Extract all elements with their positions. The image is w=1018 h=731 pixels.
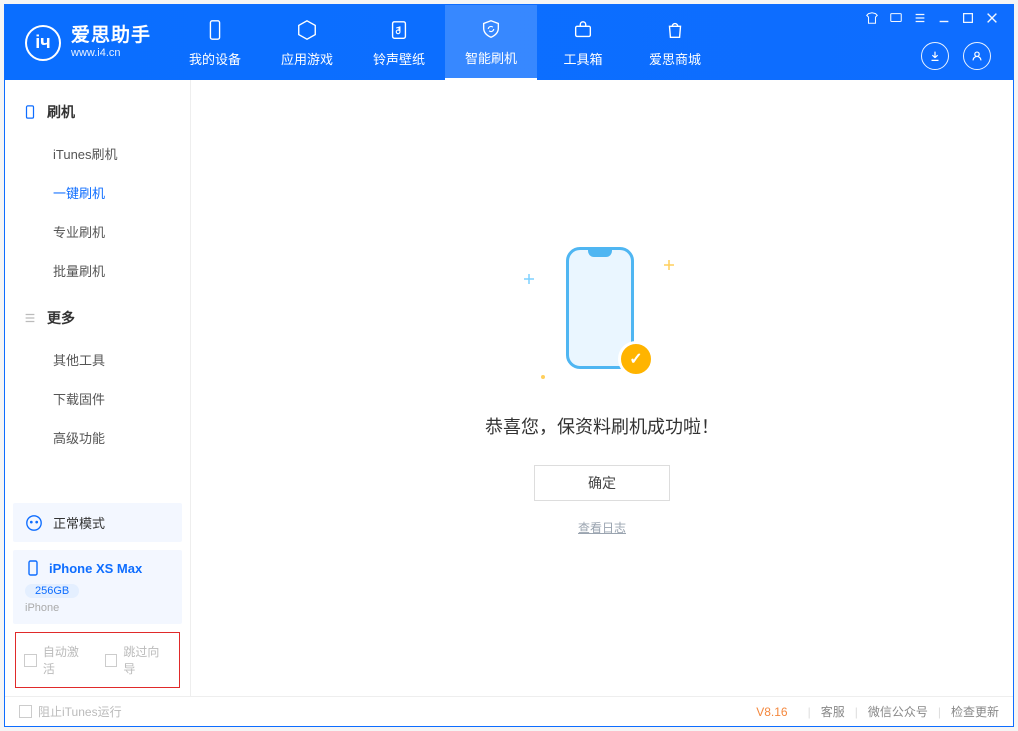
version-label: V8.16	[756, 705, 787, 719]
cube-icon	[294, 17, 320, 43]
device-card[interactable]: iPhone XS Max 256GB iPhone	[13, 550, 182, 624]
music-file-icon	[386, 17, 412, 43]
footer-link-check-update[interactable]: 检查更新	[951, 703, 999, 720]
sidebar-item-advanced[interactable]: 高级功能	[5, 418, 190, 457]
check-badge-icon: ✓	[618, 341, 654, 377]
user-button[interactable]	[963, 42, 991, 70]
mode-label: 正常模式	[53, 513, 105, 532]
device-icon	[202, 17, 228, 43]
main-nav: 我的设备 应用游戏 铃声壁纸 智能刷机 工具箱 爱思商城	[169, 5, 721, 80]
checkbox-icon	[24, 654, 37, 667]
sidebar-item-other-tools[interactable]: 其他工具	[5, 340, 190, 379]
main-content: ✓ 恭喜您，保资料刷机成功啦！ 确定 查看日志	[191, 80, 1013, 696]
sidebar-item-pro-flash[interactable]: 专业刷机	[5, 212, 190, 251]
menu-icon[interactable]	[911, 9, 929, 27]
options-highlight-box: 自动激活 跳过向导	[15, 632, 180, 688]
sidebar-section-more: 更多	[5, 300, 190, 336]
sparkle-icon	[538, 369, 548, 379]
body: 刷机 iTunes刷机 一键刷机 专业刷机 批量刷机 更多 其他工具 下载固件 …	[5, 80, 1013, 696]
success-message: 恭喜您，保资料刷机成功啦！	[485, 413, 719, 439]
bag-icon	[662, 17, 688, 43]
checkbox-stop-itunes[interactable]: 阻止iTunes运行	[19, 703, 122, 720]
nav-ringtones[interactable]: 铃声壁纸	[353, 5, 445, 80]
sparkle-icon	[524, 271, 534, 281]
checkbox-skip-guide[interactable]: 跳过向导	[105, 643, 172, 677]
feedback-icon[interactable]	[887, 9, 905, 27]
checkbox-auto-activate[interactable]: 自动激活	[24, 643, 91, 677]
nav-store[interactable]: 爱思商城	[629, 5, 721, 80]
mode-icon	[25, 514, 43, 532]
device-small-icon	[25, 560, 41, 576]
app-url: www.i4.cn	[71, 47, 151, 60]
window-controls	[863, 9, 1001, 27]
device-type: iPhone	[25, 602, 170, 614]
mode-card[interactable]: 正常模式	[13, 503, 182, 542]
phone-small-icon	[23, 105, 37, 119]
checkbox-icon	[105, 654, 118, 667]
nav-my-device[interactable]: 我的设备	[169, 5, 261, 80]
sidebar-section-flash: 刷机	[5, 94, 190, 130]
sidebar-item-batch-flash[interactable]: 批量刷机	[5, 251, 190, 290]
ok-button[interactable]: 确定	[534, 465, 670, 501]
app-window: iч 爱思助手 www.i4.cn 我的设备 应用游戏 铃声壁纸 智能刷机	[4, 4, 1014, 727]
sidebar-item-onekey-flash[interactable]: 一键刷机	[5, 173, 190, 212]
maximize-button[interactable]	[959, 9, 977, 27]
logo-mark-icon: iч	[25, 25, 61, 61]
footer: 阻止iTunes运行 V8.16 | 客服 | 微信公众号 | 检查更新	[5, 696, 1013, 726]
view-log-link[interactable]: 查看日志	[578, 519, 626, 536]
app-title: 爱思助手	[71, 25, 151, 47]
download-button[interactable]	[921, 42, 949, 70]
sidebar: 刷机 iTunes刷机 一键刷机 专业刷机 批量刷机 更多 其他工具 下载固件 …	[5, 80, 191, 696]
minimize-button[interactable]	[935, 9, 953, 27]
close-button[interactable]	[983, 9, 1001, 27]
list-small-icon	[23, 311, 37, 325]
footer-link-wechat[interactable]: 微信公众号	[868, 703, 928, 720]
nav-toolbox[interactable]: 工具箱	[537, 5, 629, 80]
nav-flash[interactable]: 智能刷机	[445, 5, 537, 80]
shirt-icon[interactable]	[863, 9, 881, 27]
sparkle-icon	[664, 257, 674, 267]
app-logo: iч 爱思助手 www.i4.cn	[5, 5, 169, 80]
checkbox-icon	[19, 705, 32, 718]
header: iч 爱思助手 www.i4.cn 我的设备 应用游戏 铃声壁纸 智能刷机	[5, 5, 1013, 80]
device-name: iPhone XS Max	[49, 561, 142, 576]
device-capacity: 256GB	[25, 584, 79, 598]
sidebar-item-download-firmware[interactable]: 下载固件	[5, 379, 190, 418]
toolbox-icon	[570, 17, 596, 43]
refresh-shield-icon	[478, 16, 504, 42]
success-illustration: ✓	[542, 241, 662, 391]
footer-link-support[interactable]: 客服	[821, 703, 845, 720]
nav-apps-games[interactable]: 应用游戏	[261, 5, 353, 80]
sidebar-item-itunes-flash[interactable]: iTunes刷机	[5, 134, 190, 173]
